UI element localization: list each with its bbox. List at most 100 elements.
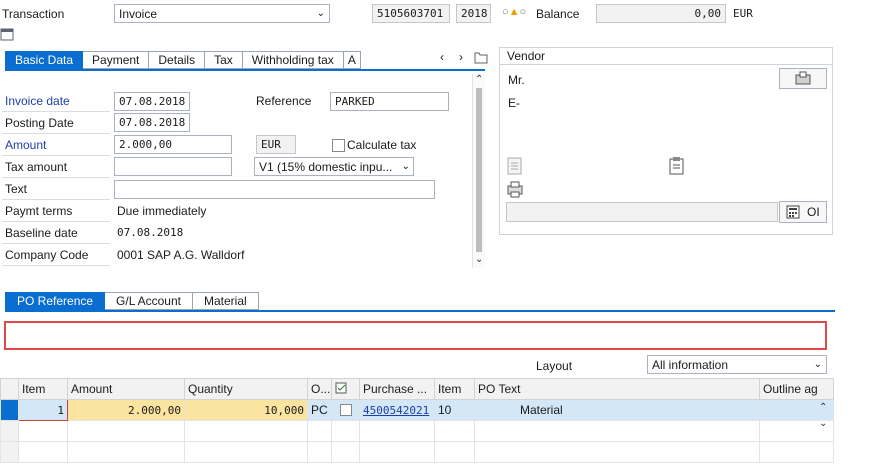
tab-po-reference[interactable]: PO Reference (5, 292, 106, 310)
empty-cell[interactable] (331, 441, 360, 463)
tax-code-select[interactable]: V1 (15% domestic inpu... ⌄ (254, 157, 414, 176)
layout-toggle-icon[interactable] (0, 26, 14, 42)
col-order-unit[interactable]: O... (307, 378, 332, 400)
vendor-summary-field (506, 202, 778, 222)
cell-item[interactable]: 1 (18, 399, 68, 421)
empty-cell[interactable] (434, 441, 475, 463)
transaction-label: Transaction (2, 7, 65, 21)
paymt-terms-value: Due immediately (117, 204, 207, 218)
empty-cell[interactable] (67, 441, 185, 463)
document-icon[interactable] (506, 157, 524, 175)
tab-scroll-right-icon[interactable]: › (459, 50, 463, 64)
clipboard-icon[interactable] (668, 157, 686, 175)
empty-cell[interactable] (474, 441, 760, 463)
tab-scroll-left-icon[interactable]: ‹ (440, 50, 444, 64)
row-divider (2, 221, 110, 222)
tab-details[interactable]: Details (149, 51, 206, 69)
cell-unit[interactable]: PC (307, 399, 332, 421)
row-selector[interactable] (0, 399, 19, 421)
empty-cell[interactable] (474, 420, 760, 442)
print-icon[interactable] (506, 180, 524, 198)
amount-label: Amount (5, 138, 47, 152)
status-lights-icon: ○▲○ (502, 6, 527, 18)
col-quantity[interactable]: Quantity (184, 378, 308, 400)
oi-button[interactable]: OI (779, 201, 827, 223)
vendor-line-1: Mr. (508, 73, 525, 87)
layout-label: Layout (536, 359, 573, 373)
invoice-date-input[interactable]: 07.08.2018 (114, 92, 190, 111)
balance-field: 0,00 (596, 4, 726, 23)
empty-cell[interactable] (434, 420, 475, 442)
row-divider (2, 243, 110, 244)
empty-cell[interactable] (307, 420, 332, 442)
row-selector-header[interactable] (0, 378, 19, 400)
company-code-value: 0001 SAP A.G. Walldorf (117, 248, 245, 262)
vendor-detail-icon (795, 71, 811, 88)
empty-cell[interactable] (184, 420, 308, 442)
tab-more[interactable]: A (343, 51, 361, 69)
col-amount[interactable]: Amount (67, 378, 185, 400)
empty-cell[interactable] (331, 420, 360, 442)
col-po-item[interactable]: Item (434, 378, 475, 400)
tab-list-icon[interactable] (474, 50, 488, 67)
cell-po-item[interactable]: 10 (434, 399, 475, 421)
grid-header-row: Item Amount Quantity O... Purchase ... I… (0, 378, 834, 400)
tab-material[interactable]: Material (192, 292, 259, 310)
empty-cell[interactable] (359, 441, 435, 463)
row-divider (2, 111, 110, 112)
empty-cell[interactable] (307, 441, 332, 463)
col-flag[interactable] (331, 378, 360, 400)
vendor-detail-button[interactable] (779, 68, 827, 89)
row-checkbox[interactable] (339, 404, 352, 416)
col-item[interactable]: Item (18, 378, 68, 400)
transaction-select[interactable]: Invoice ⌄ (114, 4, 330, 23)
calculate-tax-checkbox[interactable] (332, 139, 345, 152)
empty-cell[interactable] (18, 420, 68, 442)
basic-data-scrollbar[interactable]: ⌃ ⌄ (472, 74, 485, 268)
fiscal-year-field: 2018 (456, 4, 491, 23)
grid-scroll-down-icon[interactable]: ⌄ (819, 418, 827, 429)
empty-cell[interactable] (359, 420, 435, 442)
grid-scroll-up-icon[interactable]: ⌃ (819, 402, 827, 413)
tabstrip-underline (5, 69, 485, 71)
tab-withholding-tax[interactable]: Withholding tax (242, 51, 344, 69)
chevron-down-icon: ⌄ (813, 359, 822, 370)
scroll-down-icon[interactable]: ⌄ (475, 254, 483, 265)
reference-input[interactable]: PARKED (330, 92, 449, 111)
tax-amount-input[interactable] (114, 157, 232, 176)
col-purchase-order[interactable]: Purchase ... (359, 378, 435, 400)
amount-currency-field: EUR (256, 135, 296, 154)
tab-basic-data[interactable]: Basic Data (5, 51, 84, 69)
vendor-title: Vendor (507, 49, 546, 63)
tab-payment[interactable]: Payment (83, 51, 150, 69)
empty-cell[interactable] (18, 441, 68, 463)
table-row[interactable]: 1 2.000,00 10,000 PC 4500542021 10 Mater… (0, 399, 834, 421)
cell-amount[interactable]: 2.000,00 (67, 399, 185, 421)
row-selector[interactable] (0, 420, 19, 442)
text-input[interactable] (114, 180, 435, 199)
bottom-tabstrip-underline (5, 310, 835, 312)
balance-label: Balance (536, 7, 580, 21)
scroll-up-icon[interactable]: ⌃ (475, 74, 483, 85)
tab-tax[interactable]: Tax (205, 51, 243, 69)
checklist-icon (335, 382, 349, 397)
cell-po-text[interactable]: Material (474, 399, 760, 421)
scrollbar-thumb[interactable] (476, 88, 482, 252)
row-selector[interactable] (0, 441, 19, 463)
balance-currency: EUR (733, 7, 753, 20)
layout-select[interactable]: All information ⌄ (647, 355, 827, 374)
calculate-tax-label: Calculate tax (347, 138, 417, 152)
posting-date-input[interactable]: 07.08.2018 (114, 113, 190, 132)
empty-cell[interactable] (184, 441, 308, 463)
empty-cell[interactable] (759, 441, 834, 463)
col-outline-agreement[interactable]: Outline ag (759, 378, 834, 400)
cell-quantity[interactable]: 10,000 (184, 399, 308, 421)
amount-input[interactable]: 2.000,00 (114, 135, 232, 154)
table-row[interactable] (0, 441, 834, 463)
table-row[interactable] (0, 420, 834, 442)
col-po-text[interactable]: PO Text (474, 378, 760, 400)
row-divider (2, 199, 110, 200)
tab-gl-account[interactable]: G/L Account (105, 292, 193, 310)
empty-cell[interactable] (67, 420, 185, 442)
cell-purchase-order-link[interactable]: 4500542021 (359, 399, 435, 421)
